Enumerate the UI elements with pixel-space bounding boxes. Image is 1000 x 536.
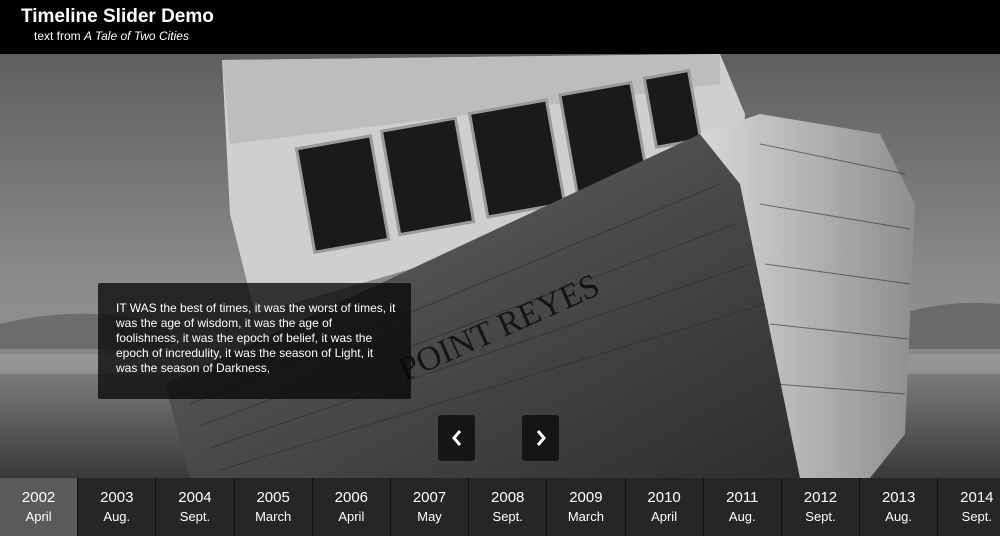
timeline-month: Aug.	[103, 509, 131, 524]
timeline-item[interactable]: 2003 Aug.	[78, 478, 157, 536]
timeline-month: Sept.	[805, 509, 836, 524]
timeline-month: Aug.	[728, 509, 756, 524]
timeline-year: 2008	[491, 489, 525, 506]
timeline-item[interactable]: 2007 May	[391, 478, 470, 536]
timeline-month: April	[25, 509, 52, 524]
timeline-item[interactable]: 2014 Sept.	[938, 478, 1000, 536]
chevron-right-icon	[536, 430, 546, 446]
timeline-year: 2003	[100, 489, 134, 506]
next-button[interactable]	[522, 415, 559, 461]
timeline-year: 2004	[178, 489, 212, 506]
timeline-item[interactable]: 2004 Sept.	[156, 478, 235, 536]
timeline-month: Sept.	[961, 509, 993, 524]
chevron-left-icon	[451, 430, 461, 446]
timeline-year: 2012	[803, 489, 838, 506]
timeline-month: Sept.	[179, 509, 211, 524]
timeline-item[interactable]: 2005 March	[235, 478, 313, 536]
timeline-item[interactable]: 2011 Aug.	[704, 478, 782, 536]
subtitle-prefix: text from	[34, 29, 85, 43]
timeline-item[interactable]: 2010 April	[626, 478, 704, 536]
timeline-item[interactable]: 2009 March	[547, 478, 626, 536]
timeline-item[interactable]: 2002 April	[0, 478, 79, 536]
timeline-item[interactable]: 2006 April	[313, 478, 391, 536]
timeline-year: 2014	[960, 489, 994, 506]
slide-image: POINT REYES	[0, 54, 1000, 478]
page-subtitle: text from A Tale of Two Cities	[34, 29, 189, 43]
timeline-year: 2010	[647, 489, 681, 506]
timeline-month: April	[651, 509, 678, 524]
timeline-month: Sept.	[492, 509, 523, 524]
caption-box: IT WAS the best of times, it was the wor…	[98, 283, 411, 399]
timeline-item[interactable]: 2012 Sept.	[782, 478, 861, 536]
timeline-month: March	[255, 509, 292, 524]
timeline-year: 2005	[256, 489, 290, 506]
timeline-year: 2002	[21, 489, 56, 506]
timeline-month: April	[338, 509, 365, 524]
timeline-item[interactable]: 2008 Sept.	[469, 478, 548, 536]
subtitle-book-title: A Tale of Two Cities	[84, 29, 189, 43]
timeline-item[interactable]: 2013 Aug.	[860, 478, 939, 536]
timeline-month: Aug.	[885, 509, 913, 524]
header: Timeline Slider Demo text from A Tale of…	[0, 0, 1000, 54]
previous-button[interactable]	[438, 415, 475, 461]
timeline-year: 2011	[726, 489, 759, 506]
timeline-year: 2006	[334, 489, 369, 506]
timeline-year: 2013	[881, 489, 916, 506]
slide-stage: POINT REYES	[0, 54, 1000, 478]
timeline-year: 2009	[569, 489, 603, 506]
timeline-bar: 2002 April 2003 Aug. 2004 Sept. 2005 March 2…	[0, 478, 1000, 536]
timeline-month: May	[417, 509, 442, 524]
page-title: Timeline Slider Demo	[21, 6, 214, 27]
caption-text: IT WAS the best of times, it was the wor…	[116, 301, 396, 375]
timeline-year: 2007	[412, 489, 447, 506]
timeline-month: March	[567, 509, 604, 524]
